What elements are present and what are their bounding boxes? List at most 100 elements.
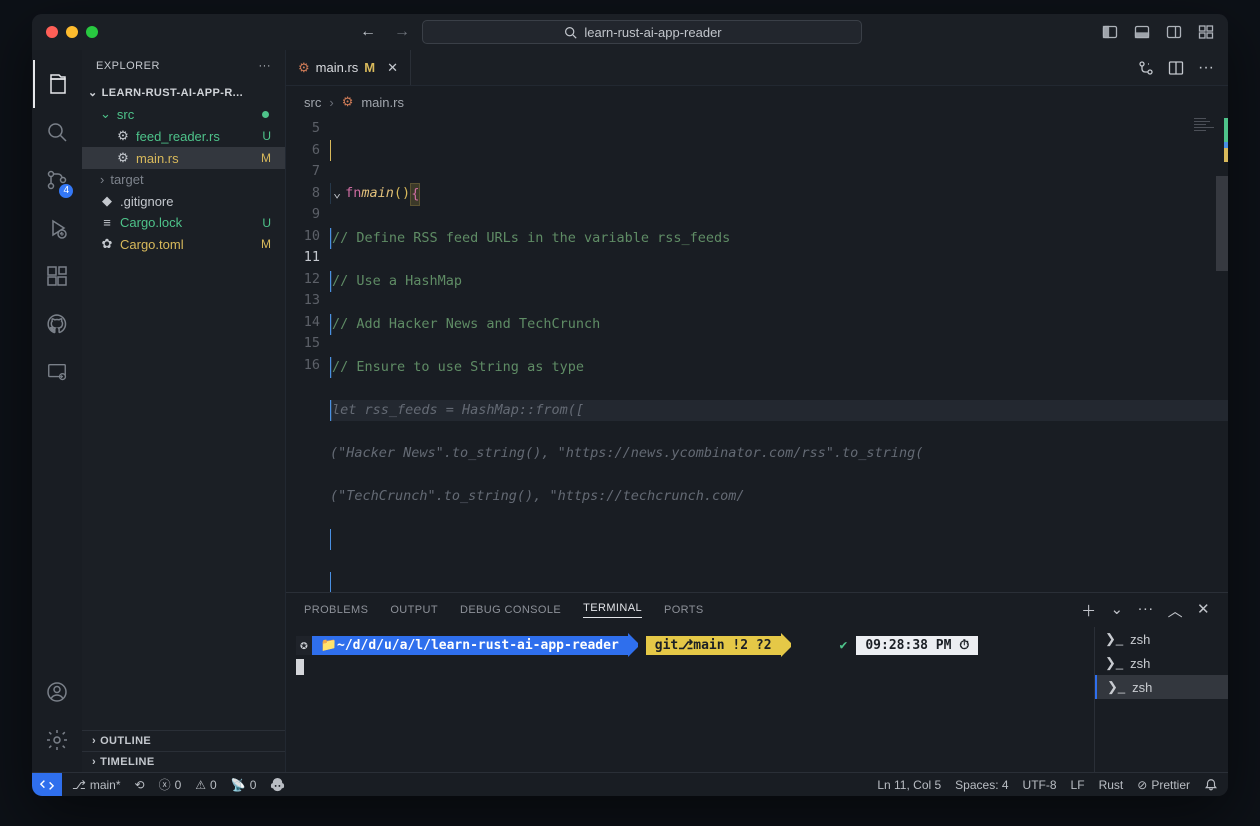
close-panel-icon[interactable]: ✕ [1197, 600, 1210, 621]
panel-tabs: PROBLEMS OUTPUT DEBUG CONSOLE TERMINAL P… [286, 593, 1228, 627]
command-center[interactable]: learn-rust-ai-app-reader [422, 20, 862, 44]
status-sync-icon[interactable]: ⟲ [135, 778, 145, 792]
code-comment: // Add Hacker News and TechCrunch [332, 314, 600, 336]
status-bell-icon[interactable] [1204, 778, 1218, 792]
prompt-git-seg: git ⎇ main !2 ?2 [646, 636, 781, 655]
tab-problems[interactable]: PROBLEMS [304, 604, 368, 616]
settings-gear-icon[interactable] [33, 716, 81, 764]
remote-indicator[interactable] [32, 773, 62, 796]
tab-main-rs[interactable]: ⚙ main.rs M ✕ [286, 50, 411, 85]
status-lncol[interactable]: Ln 11, Col 5 [877, 778, 941, 792]
status-branch[interactable]: ⎇ main* [72, 778, 121, 792]
file-cargo-toml[interactable]: ✿ Cargo.toml M [82, 233, 285, 255]
line-number: 11 [286, 247, 320, 269]
remote-explorer-icon[interactable] [33, 348, 81, 396]
status-spaces[interactable]: Spaces: 4 [955, 778, 1008, 792]
line-number: 5 [286, 118, 320, 140]
explorer-title: EXPLORER [96, 60, 160, 72]
line-number: 13 [286, 290, 320, 312]
compare-changes-icon[interactable] [1138, 60, 1154, 76]
extensions-view-icon[interactable] [33, 252, 81, 300]
status-warnings[interactable]: ⚠ 0 [195, 778, 216, 792]
code-content[interactable]: ⌄fn main() { // Define RSS feed URLs in … [330, 118, 1228, 592]
fold-icon[interactable]: ⌄ [333, 183, 341, 207]
code-text: { [410, 183, 420, 207]
status-errors[interactable]: ⓧ 0 [159, 776, 182, 793]
tab-debug-console[interactable]: DEBUG CONSOLE [460, 604, 561, 616]
split-editor-icon[interactable] [1168, 60, 1184, 76]
status-bar: ⎇ main* ⟲ ⓧ 0 ⚠ 0 📡 0 Ln 11, Col 5 Space… [32, 772, 1228, 796]
scm-status: U [262, 216, 277, 230]
toggle-secondary-sidebar-icon[interactable] [1166, 24, 1182, 40]
new-terminal-icon[interactable]: ＋ [1081, 600, 1096, 621]
terminal[interactable]: ✪ 📁 ~/d/d/u/a/l/learn-rust-ai-app-reader… [286, 627, 1094, 772]
terminal-entry[interactable]: ❯_zsh [1095, 627, 1228, 651]
file-label: .gitignore [120, 194, 173, 209]
tab-output[interactable]: OUTPUT [390, 604, 438, 616]
gutter: 5 6 7 8 9 10 11 12 13 14 15 16 [286, 118, 330, 592]
terminal-dropdown-icon[interactable]: ⌄ [1110, 600, 1123, 621]
status-language[interactable]: Rust [1099, 778, 1124, 792]
minimize-window-icon[interactable] [66, 26, 78, 38]
terminal-icon: ❯_ [1105, 655, 1123, 671]
views-more-icon[interactable]: ··· [1137, 600, 1153, 621]
maximize-window-icon[interactable] [86, 26, 98, 38]
tab-label: main.rs [316, 60, 359, 75]
accounts-icon[interactable] [33, 668, 81, 716]
timeline-section[interactable]: › TIMELINE [82, 751, 285, 772]
source-control-view-icon[interactable]: 4 [33, 156, 81, 204]
project-name: LEARN-RUST-AI-APP-R... [102, 87, 243, 99]
status-ports[interactable]: 📡 0 [231, 778, 257, 792]
toggle-panel-icon[interactable] [1134, 24, 1150, 40]
more-actions-icon[interactable]: ··· [1198, 59, 1214, 77]
folder-section[interactable]: ⌄ LEARN-RUST-AI-APP-R... [82, 82, 285, 103]
ghost-text: ("TechCrunch".to_string(), "https://tech… [330, 486, 745, 508]
terminal-icon: ❯_ [1105, 631, 1123, 647]
minimap[interactable]: ▬▬▬▬▬▬▬▬▬▬▬▬▬▬▬▬▬▬▬▬▬▬▬▬▬▬▬▬▬▬▬▬▬▬▬▬ [1128, 118, 1228, 592]
breadcrumb-src[interactable]: src [304, 95, 321, 110]
toggle-primary-sidebar-icon[interactable] [1102, 24, 1118, 40]
scm-status: M [261, 151, 277, 165]
close-window-icon[interactable] [46, 26, 58, 38]
github-view-icon[interactable] [33, 300, 81, 348]
code-text: main [361, 183, 394, 207]
folder-src[interactable]: ⌄ src [82, 103, 285, 125]
explorer-view-icon[interactable] [33, 60, 81, 108]
maximize-panel-icon[interactable]: ︿ [1168, 600, 1183, 621]
tab-ports[interactable]: PORTS [664, 604, 704, 616]
rust-file-icon: ⚙ [298, 60, 310, 76]
file-gitignore[interactable]: ◆ .gitignore [82, 190, 285, 212]
status-eol[interactable]: LF [1071, 778, 1085, 792]
file-main-rs[interactable]: ⚙ main.rs M [82, 147, 285, 169]
breadcrumb-file[interactable]: main.rs [361, 95, 404, 110]
status-prettier[interactable]: ⊘ Prettier [1137, 778, 1190, 792]
status-copilot-icon[interactable] [270, 777, 285, 792]
close-tab-icon[interactable]: ✕ [387, 60, 398, 76]
customize-layout-icon[interactable] [1198, 24, 1214, 40]
explorer-more-icon[interactable]: ··· [259, 60, 272, 72]
run-debug-view-icon[interactable] [33, 204, 81, 252]
forward-arrow-icon[interactable]: → [394, 23, 410, 41]
file-feed-reader[interactable]: ⚙ feed_reader.rs U [82, 125, 285, 147]
back-arrow-icon[interactable]: ← [360, 23, 376, 41]
minimap-content: ▬▬▬▬▬▬▬▬▬▬▬▬▬▬▬▬▬▬▬▬▬▬▬▬▬▬▬▬▬▬▬▬▬▬▬▬ [1194, 118, 1214, 133]
file-cargo-lock[interactable]: ≡ Cargo.lock U [82, 212, 285, 233]
editor[interactable]: 5 6 7 8 9 10 11 12 13 14 15 16 ⌄fn main(… [286, 118, 1228, 592]
status-check-icon: ✔ [831, 636, 857, 655]
gitignore-icon: ◆ [100, 193, 114, 209]
minimap-thumb[interactable] [1216, 176, 1228, 271]
breadcrumbs[interactable]: src › ⚙ main.rs [286, 86, 1228, 118]
status-encoding[interactable]: UTF-8 [1023, 778, 1057, 792]
git-label: git [655, 638, 678, 653]
folder-label: src [117, 107, 134, 122]
line-number: 9 [286, 204, 320, 226]
tab-terminal[interactable]: TERMINAL [583, 602, 642, 618]
terminal-entry[interactable]: ❯_zsh [1095, 651, 1228, 675]
terminal-entry[interactable]: ❯_zsh [1095, 675, 1228, 699]
line-number: 7 [286, 161, 320, 183]
folder-target[interactable]: › target [82, 169, 285, 190]
line-number: 10 [286, 226, 320, 248]
gear-icon: ✿ [100, 236, 114, 252]
outline-section[interactable]: › OUTLINE [82, 730, 285, 751]
search-view-icon[interactable] [33, 108, 81, 156]
